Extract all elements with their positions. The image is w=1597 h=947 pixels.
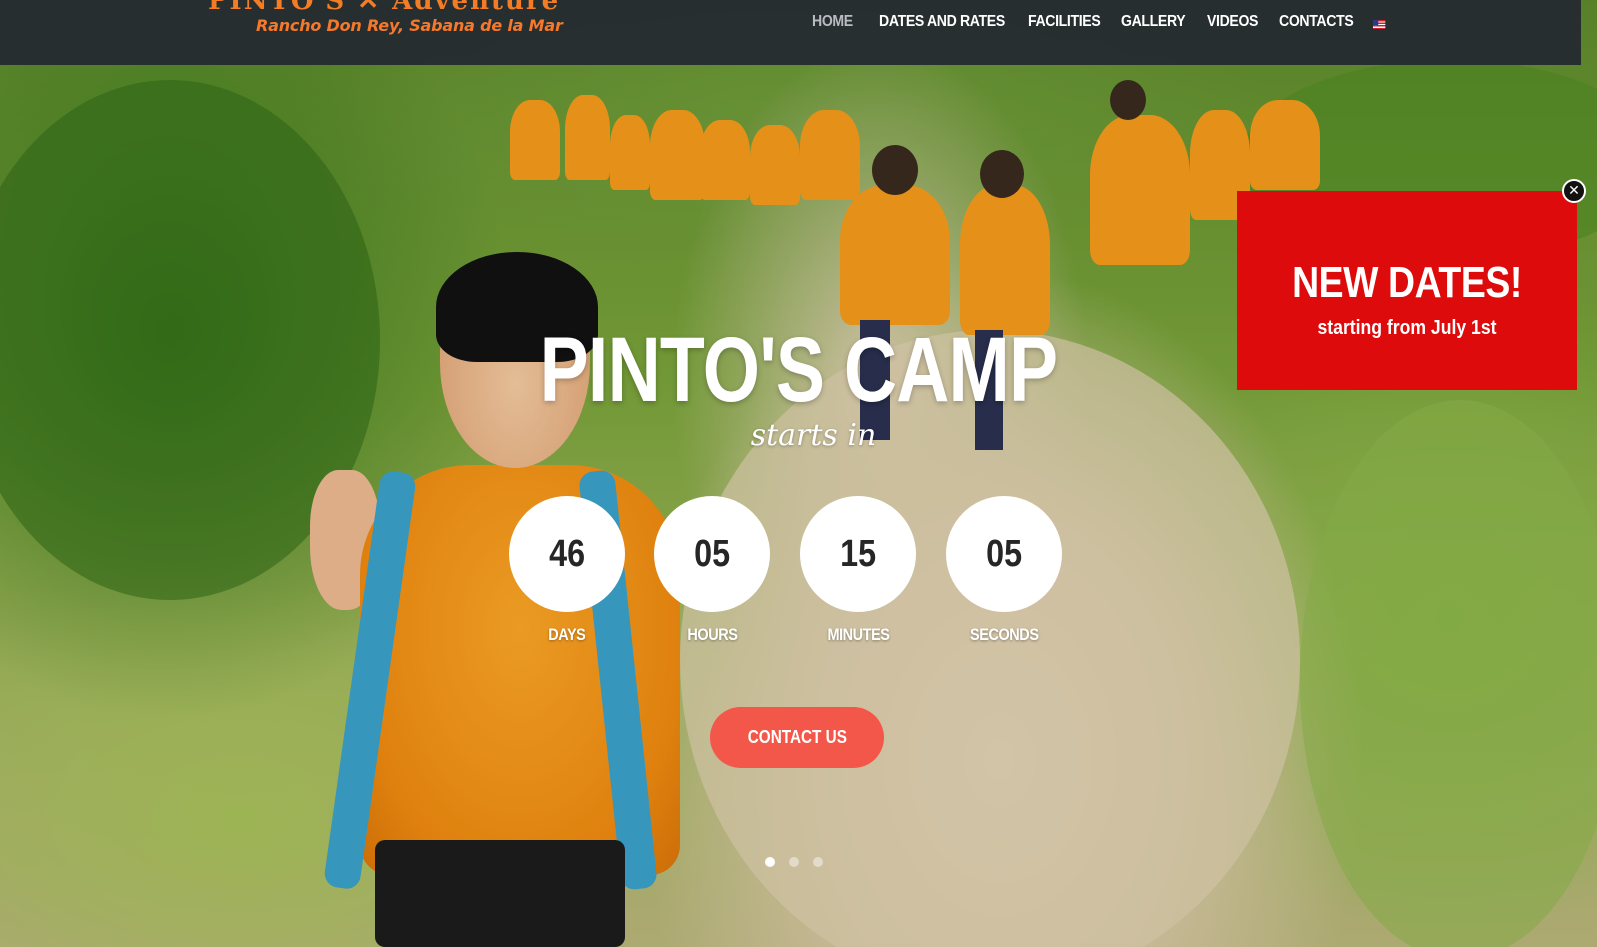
site-logo-subtitle[interactable]: Rancho Don Rey, Sabana de la Mar: [256, 16, 563, 35]
contact-us-button-label: CONTACT US: [747, 727, 847, 747]
countdown-days-label: DAYS: [548, 625, 586, 644]
countdown-days-value: 46: [549, 532, 585, 575]
countdown-days: 46 DAYS: [509, 496, 625, 645]
contact-us-button[interactable]: CONTACT US: [710, 707, 884, 768]
countdown-days-circle: 46: [509, 496, 625, 612]
countdown-hours: 05 HOURS: [654, 496, 770, 645]
new-dates-popup[interactable]: NEW DATES! starting from July 1st: [1237, 191, 1577, 390]
main-menu: HOME DATES AND RATES FACILITIES GALLERY …: [812, 13, 1408, 31]
hero-subtitle: starts in: [750, 418, 877, 453]
slider-pagination: [765, 857, 823, 867]
countdown-minutes-value: 15: [840, 532, 876, 575]
nav-item-videos[interactable]: VIDEOS: [1207, 13, 1258, 31]
close-icon[interactable]: ✕: [1562, 179, 1586, 203]
nav-item-dates-and-rates[interactable]: DATES AND RATES: [879, 13, 1005, 31]
countdown-minutes: 15 MINUTES: [800, 496, 916, 645]
slider-dot-3[interactable]: [813, 857, 823, 867]
countdown-hours-circle: 05: [654, 496, 770, 612]
hero-overlay: [0, 0, 1597, 947]
language-switcher[interactable]: [1373, 13, 1386, 31]
nav-item-home[interactable]: HOME: [812, 13, 853, 31]
countdown-timer: 46 DAYS 05 HOURS 15 MINUTES 05 SECONDS: [509, 496, 1069, 656]
countdown-hours-value: 05: [694, 532, 730, 575]
nav-item-gallery[interactable]: GALLERY: [1121, 13, 1186, 31]
countdown-seconds-label: SECONDS: [969, 625, 1039, 644]
nav-item-contacts[interactable]: CONTACTS: [1279, 13, 1354, 31]
countdown-minutes-label: MINUTES: [826, 625, 890, 644]
popup-title: NEW DATES!: [1292, 258, 1522, 307]
slider-dot-1[interactable]: [765, 857, 775, 867]
popup-subtitle: starting from July 1st: [1317, 317, 1497, 339]
us-flag-icon[interactable]: [1373, 20, 1386, 29]
site-logo[interactable]: PINTO'S ✕ Adventure: [208, 0, 578, 10]
countdown-seconds-circle: 05: [946, 496, 1062, 612]
countdown-seconds: 05 SECONDS: [946, 496, 1062, 645]
slider-dot-2[interactable]: [789, 857, 799, 867]
nav-item-facilities[interactable]: FACILITIES: [1028, 13, 1101, 31]
top-navigation-bar: PINTO'S ✕ Adventure Rancho Don Rey, Saba…: [0, 0, 1581, 65]
countdown-seconds-value: 05: [986, 532, 1022, 575]
countdown-hours-label: HOURS: [686, 625, 738, 644]
countdown-minutes-circle: 15: [800, 496, 916, 612]
